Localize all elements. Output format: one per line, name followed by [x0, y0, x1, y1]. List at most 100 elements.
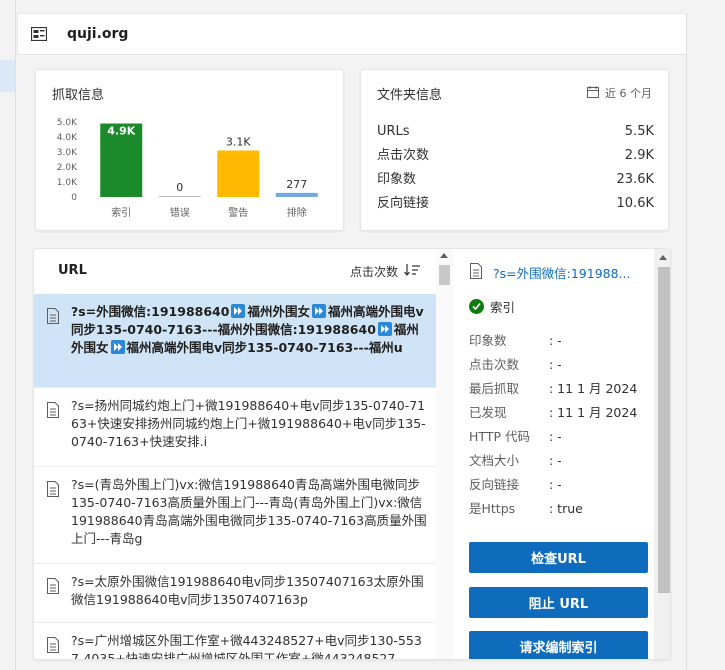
url-panel: URL 点击次数 ?s=外围微信:191988640 福州外围女福州高端外围电v同…	[33, 248, 671, 660]
document-icon	[46, 481, 60, 497]
fast-forward-icon	[110, 340, 125, 354]
folder-stat-row: 印象数 23.6K	[377, 168, 654, 192]
detail-scroll-thumb[interactable]	[658, 267, 670, 593]
url-text-segment: 福州高端外围电v同步135-0740-7163---福州u	[126, 340, 403, 355]
bar-value-label: 3.1K	[226, 136, 251, 149]
x-category-label: 错误	[170, 206, 190, 219]
left-nav-selected-item[interactable]	[0, 60, 15, 92]
detail-property-label: 是Https	[469, 501, 516, 516]
detail-property-label: 点击次数	[469, 357, 520, 372]
bar-value-label: 4.9K	[107, 125, 135, 138]
folder-stat-row: URLs 5.5K	[377, 120, 654, 144]
url-list-scroll-thumb[interactable]	[439, 265, 450, 285]
x-category-label: 警告	[228, 206, 248, 219]
detail-scrollbar[interactable]	[654, 249, 670, 659]
calendar-icon	[587, 85, 599, 101]
y-tick-label: 5.0K	[57, 118, 78, 128]
detail-property-value: : -	[549, 477, 562, 492]
detail-property-label: HTTP 代码	[469, 429, 530, 444]
sort-descending-icon	[404, 264, 420, 279]
detail-property-label: 反向链接	[469, 477, 520, 492]
index-status: 索引	[469, 297, 515, 316]
detail-property-row: 印象数 : -	[469, 329, 649, 353]
detail-property-row: 已发现: 11 1 月 2024	[469, 401, 649, 425]
url-list-item[interactable]: ?s=扬州同城约炮上门+微191988640+电v同步135-0740-7163…	[34, 388, 436, 467]
chart-bar	[158, 196, 201, 197]
folder-stat-row: 点击次数 2.9K	[377, 144, 654, 168]
detail-property-value: : -	[549, 357, 562, 372]
url-list-scrollbar[interactable]	[436, 249, 453, 659]
folder-stats: URLs 5.5K 点击次数 2.9K 印象数 23.6K 反向链接 10.6K	[377, 120, 654, 216]
folder-stat-row: 反向链接 10.6K	[377, 192, 654, 216]
url-text: ?s=(青岛外围上门)vx:微信191988640青岛高端外围电微同步135-0…	[71, 476, 427, 548]
chart-bar	[217, 150, 260, 197]
index-status-label: 索引	[490, 300, 516, 315]
url-text: ?s=扬州同城约炮上门+微191988640+电v同步135-0740-7163…	[71, 397, 427, 451]
request-indexing-button[interactable]: 请求编制索引	[469, 631, 648, 659]
folder-stat-label: 反向链接	[377, 196, 430, 211]
url-text-segment: ?s=(青岛外围上门)vx:微信191988640青岛高端外围电微同步135-0…	[71, 477, 427, 546]
url-text: ?s=太原外围微信191988640电v同步13507407163太原外围微信1…	[71, 573, 427, 609]
folder-stat-value: 10.6K	[616, 196, 654, 211]
detail-property-value: : -	[549, 453, 562, 468]
document-icon	[469, 263, 483, 282]
url-text-segment: ?s=外围微信:191988640	[71, 304, 230, 319]
folder-stat-value: 2.9K	[624, 148, 654, 163]
detail-property-label: 印象数	[469, 333, 507, 348]
block-url-button[interactable]: 阻止 URL	[469, 587, 648, 618]
url-list-header: URL 点击次数	[34, 249, 436, 294]
document-icon	[46, 308, 60, 324]
url-list-item[interactable]: ?s=广州增城区外围工作室+微443248527+电v同步130-5537-40…	[34, 623, 436, 659]
sort-label: 点击次数	[349, 265, 398, 279]
sort-by-clicks[interactable]: 点击次数	[350, 263, 420, 280]
url-text-segment: ?s=扬州同城约炮上门+微191988640+电v同步135-0740-7163…	[71, 398, 426, 449]
check-icon	[469, 299, 484, 314]
scroll-up-arrow-icon[interactable]	[440, 253, 448, 258]
crawl-info-card: 抓取信息 5.0K 4.0K 3.0K 2.0K 1.0K 0 4.9K 索引 0 错误 3.1K 警…	[35, 69, 344, 231]
url-text: ?s=外围微信:191988640 福州外围女福州高端外围电v同步135-0740…	[71, 303, 427, 357]
folder-info-card: 文件夹信息 近 6 个月 URLs 5.5K 点击次数 2.9K 印象数 23.…	[360, 69, 669, 231]
bar-value-label: 0	[176, 181, 183, 194]
bar-value-label: 277	[286, 178, 307, 191]
y-tick-label: 2.0K	[57, 163, 78, 173]
site-icon	[31, 27, 47, 41]
detail-property-row: HTTP 代码: -	[469, 425, 649, 449]
url-text-segment: ?s=太原外围微信191988640电v同步13507407163太原外围微信1…	[71, 574, 424, 607]
document-icon	[46, 637, 60, 653]
right-divider	[686, 13, 687, 670]
detail-property-row: 最后抓取: 11 1 月 2024	[469, 377, 649, 401]
detail-url[interactable]: ?s=外围微信:191988...	[469, 263, 643, 282]
left-nav-rail	[0, 0, 16, 670]
detail-property-value: : 11 1 月 2024	[549, 381, 638, 396]
url-list-item[interactable]: ?s=太原外围微信191988640电v同步13507407163太原外围微信1…	[34, 564, 436, 623]
detail-property-value: : true	[549, 501, 583, 516]
url-list-item[interactable]: ?s=(青岛外围上门)vx:微信191988640青岛高端外围电微同步135-0…	[34, 467, 436, 564]
detail-property-row: 是Https : true	[469, 497, 649, 521]
y-tick-label: 4.0K	[57, 133, 78, 143]
detail-url-text: ?s=外围微信:191988...	[493, 266, 631, 281]
scroll-up-arrow-icon[interactable]	[659, 255, 667, 260]
detail-property-label: 已发现	[469, 405, 507, 420]
detail-property-value: : -	[549, 333, 562, 348]
inspect-url-button[interactable]: 检查URL	[469, 542, 648, 573]
detail-property-label: 文档大小	[469, 453, 520, 468]
url-detail-pane: ?s=外围微信:191988... 索引 印象数 : - 点击次数 : - 最后抓取: …	[453, 249, 670, 659]
url-text-segment: 福州外围女	[247, 304, 310, 319]
detail-property-row: 文档大小 : -	[469, 449, 649, 473]
folder-stat-label: 点击次数	[377, 148, 430, 163]
document-icon	[46, 578, 60, 594]
folder-stat-label: URLs	[377, 124, 410, 139]
x-category-label: 索引	[111, 206, 131, 219]
url-list-item[interactable]: ?s=外围微信:191988640 福州外围女福州高端外围电v同步135-0740…	[34, 294, 436, 388]
date-range-picker[interactable]: 近 6 个月	[587, 85, 652, 101]
folder-stat-value: 23.6K	[616, 172, 654, 187]
x-category-label: 排除	[287, 206, 307, 219]
url-text: ?s=广州增城区外围工作室+微443248527+电v同步130-5537-40…	[71, 632, 427, 659]
detail-property-row: 反向链接 : -	[469, 473, 649, 497]
chart-bar	[275, 192, 318, 197]
fast-forward-icon	[311, 304, 326, 318]
url-column-header: URL	[58, 263, 87, 278]
y-tick-label: 1.0K	[57, 178, 78, 188]
folder-stat-label: 印象数	[377, 172, 417, 187]
fast-forward-icon	[377, 322, 392, 336]
